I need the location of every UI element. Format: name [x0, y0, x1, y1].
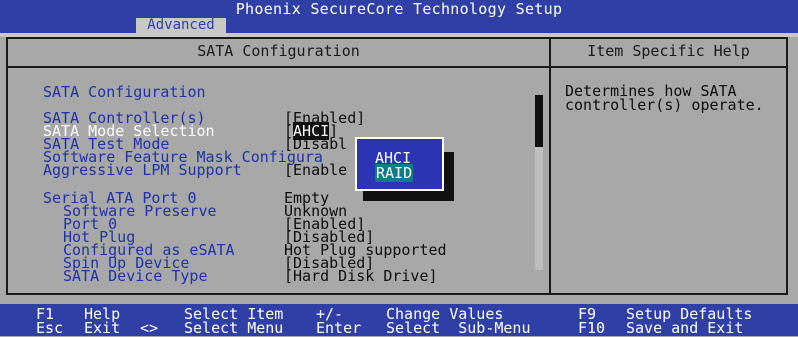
key-arrows-lr: <>: [140, 319, 159, 337]
help-text: Determines how SATA controller(s) operat…: [565, 84, 764, 114]
title-bar: Phoenix SecureCore Technology Setup: [0, 0, 798, 18]
key-esc-label: Exit: [84, 319, 121, 337]
key-legend: F1 Help Select Item +/- Change Values F9…: [0, 304, 798, 336]
key-select-menu-label: Select Menu: [184, 319, 284, 337]
setting-value-aggressive-lpm[interactable]: [Enable: [284, 163, 347, 178]
section-title: SATA Configuration: [43, 83, 206, 101]
key-f10: F10: [578, 319, 606, 337]
help-heading: Item Specific Help: [587, 42, 750, 60]
help-line-2: controller(s) operate.: [565, 96, 764, 114]
popup-option-raid[interactable]: RAID: [375, 164, 414, 182]
menu-bar: Advanced: [0, 18, 798, 33]
key-esc: Esc: [36, 319, 64, 337]
subitem-label-device-type[interactable]: SATA Device Type: [63, 269, 208, 284]
key-enter-label: Select Sub-Menu: [386, 319, 531, 337]
key-f10-label: Save and Exit: [626, 319, 744, 337]
tab-advanced[interactable]: Advanced: [136, 18, 226, 33]
setting-label-aggressive-lpm[interactable]: Aggressive LPM Support: [43, 163, 242, 178]
panel-divider: [549, 37, 551, 295]
key-enter: Enter: [316, 319, 362, 337]
app-title: Phoenix SecureCore Technology Setup: [235, 0, 563, 18]
sata-mode-popup[interactable]: AHCI RAID: [355, 137, 444, 191]
subitem-value-device-type[interactable]: [Hard Disk Drive]: [284, 269, 438, 284]
header-divider: [6, 66, 788, 68]
panel-heading: SATA Configuration: [197, 42, 360, 60]
popup-option-raid-label: RAID: [375, 164, 414, 182]
scrollbar-thumb[interactable]: [535, 95, 543, 147]
